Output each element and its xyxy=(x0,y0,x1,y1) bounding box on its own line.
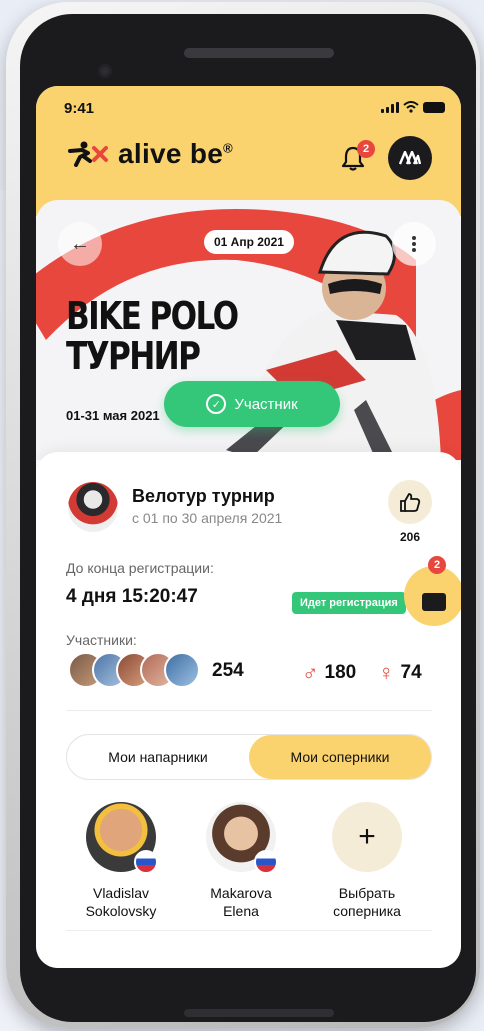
choose-rival-label: Выбрать соперника xyxy=(333,885,401,919)
chat-icon xyxy=(422,593,446,611)
profile-avatar[interactable] xyxy=(388,136,432,180)
status-icons xyxy=(381,101,445,113)
arrow-left-icon: ← xyxy=(70,232,90,255)
rival-name: Vladislav Sokolovsky xyxy=(85,885,157,919)
battery-icon xyxy=(423,101,445,113)
participants-count: 254 xyxy=(212,660,244,681)
event-title: Велотур турнир xyxy=(132,486,275,506)
male-count-value: 180 xyxy=(324,662,357,683)
back-button[interactable]: ← xyxy=(58,222,102,266)
choose-rival-button[interactable]: + Выбрать соперника xyxy=(312,802,422,920)
tab-teammates[interactable]: Мои напарники xyxy=(67,735,249,779)
female-icon: ♀ xyxy=(378,660,395,685)
wifi-icon xyxy=(403,101,419,113)
divider xyxy=(66,710,432,711)
fab-badge: 2 xyxy=(428,556,446,574)
app-screen: 9:41 alive be® 2 ← 01 Апр 2021 BIKE POLO… xyxy=(36,86,461,968)
brand-logo[interactable]: alive be® xyxy=(66,138,233,170)
russia-flag-icon xyxy=(134,850,158,874)
registration-status-badge: Идет регистрация xyxy=(292,592,406,614)
event-avatar xyxy=(68,482,118,532)
male-icon: ♂ xyxy=(302,660,319,685)
participant-status-button[interactable]: ✓ Участник xyxy=(164,381,340,427)
rival-card[interactable]: Vladislav Sokolovsky xyxy=(66,802,176,920)
divider xyxy=(66,930,432,931)
rival-name: Makarova Elena xyxy=(210,885,272,919)
registration-label: До конца регистрации: xyxy=(66,560,214,576)
event-details-card: Велотур турнир с 01 по 30 апреля 2021 20… xyxy=(36,452,461,968)
event-hero-title: BIKE POLO ТУРНИР xyxy=(66,294,239,378)
profile-mark-icon xyxy=(399,151,421,165)
hero-title-line-1: BIKE POLO xyxy=(66,294,239,338)
participant-button-label: Участник xyxy=(234,395,298,413)
header-area: 9:41 alive be® 2 xyxy=(36,86,461,216)
participant-avatar xyxy=(164,652,200,688)
avatar xyxy=(206,802,278,874)
hero-title-line-2: ТУРНИР xyxy=(66,334,201,378)
plus-icon: + xyxy=(332,802,402,872)
bottom-speaker xyxy=(184,1009,334,1017)
front-camera xyxy=(98,64,112,78)
signal-icon xyxy=(381,101,399,113)
event-date-pill: 01 Апр 2021 xyxy=(204,230,294,254)
status-time: 9:41 xyxy=(64,100,95,117)
runner-logo-icon xyxy=(68,141,108,167)
female-count: ♀ 74 xyxy=(378,660,422,686)
chat-fab-button[interactable] xyxy=(404,566,461,626)
teammates-rivals-toggle: Мои напарники Мои соперники xyxy=(66,734,432,780)
participants-label: Участники: xyxy=(66,632,137,648)
brand-name: alive be® xyxy=(118,138,234,169)
event-hero: ← 01 Апр 2021 BIKE POLO ТУРНИР 01-31 мая… xyxy=(36,200,461,460)
rival-card[interactable]: Makarova Elena xyxy=(186,802,296,920)
hero-dates: 01-31 мая 2021 xyxy=(66,408,160,423)
likes-count: 206 xyxy=(399,530,421,544)
tab-rivals[interactable]: Мои соперники xyxy=(249,735,431,779)
male-count: ♂ 180 xyxy=(302,660,356,686)
check-icon: ✓ xyxy=(206,394,227,414)
more-vertical-icon xyxy=(412,236,416,252)
more-button[interactable] xyxy=(392,222,436,266)
russia-flag-icon xyxy=(254,850,278,874)
speaker-grille xyxy=(184,48,334,58)
event-subtitle: с 01 по 30 апреля 2021 xyxy=(132,510,283,526)
like-button[interactable] xyxy=(388,480,432,524)
registration-timer: 4 дня 15:20:47 xyxy=(66,586,198,607)
thumbs-up-icon xyxy=(400,493,421,512)
avatar xyxy=(86,802,158,874)
notification-badge: 2 xyxy=(357,140,375,158)
female-count-value: 74 xyxy=(400,662,422,683)
